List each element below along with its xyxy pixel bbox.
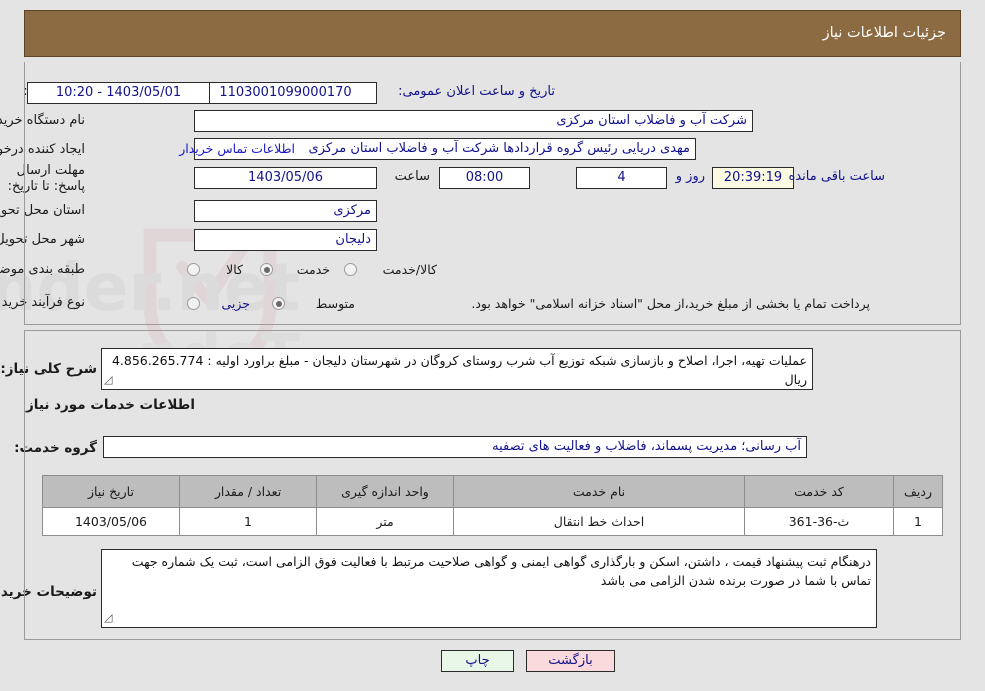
cell-date: 1403/05/06 <box>42 507 180 536</box>
buyer-notes-text: درهنگام ثبت پیشنهاد قیمت ، داشتن، اسکن و… <box>131 554 871 588</box>
th-name: نام خدمت <box>453 475 745 508</box>
th-unit: واحد اندازه گیری <box>316 475 454 508</box>
table-row: 1 ث-36-361 احداث خط انتقال متر 1 1403/05… <box>42 507 943 536</box>
cell-name: احداث خط انتقال <box>453 507 745 536</box>
general-description-text: عملیات تهیه، اجرا، اصلاح و بازسازی شبکه … <box>111 353 807 387</box>
cell-code: ث-36-361 <box>744 507 894 536</box>
header-bar: جزئیات اطلاعات نیاز <box>24 10 961 57</box>
page-root: AriaTender.net ndeT جزئیات اطلاعات نیاز … <box>0 0 985 691</box>
page-title: جزئیات اطلاعات نیاز <box>822 25 946 41</box>
th-qty: تعداد / مقدار <box>179 475 317 508</box>
buyer-notes-value: درهنگام ثبت پیشنهاد قیمت ، داشتن، اسکن و… <box>101 549 877 628</box>
resize-grip-icon-notes: ◺ <box>104 611 113 624</box>
print-button[interactable]: چاپ <box>441 650 514 672</box>
th-code: کد خدمت <box>744 475 894 508</box>
cell-qty: 1 <box>179 507 317 536</box>
need-info-panel <box>24 62 961 325</box>
cell-unit: متر <box>316 507 454 536</box>
cell-row: 1 <box>893 507 943 536</box>
general-description-value: عملیات تهیه، اجرا، اصلاح و بازسازی شبکه … <box>101 348 813 390</box>
services-table: ردیف کد خدمت نام خدمت واحد اندازه گیری ت… <box>42 475 943 536</box>
table-header-row: ردیف کد خدمت نام خدمت واحد اندازه گیری ت… <box>42 475 943 508</box>
th-row: ردیف <box>893 475 943 508</box>
back-button[interactable]: بازگشت <box>526 650 615 672</box>
resize-grip-icon: ◺ <box>104 373 113 386</box>
th-date: تاریخ نیاز <box>42 475 180 508</box>
